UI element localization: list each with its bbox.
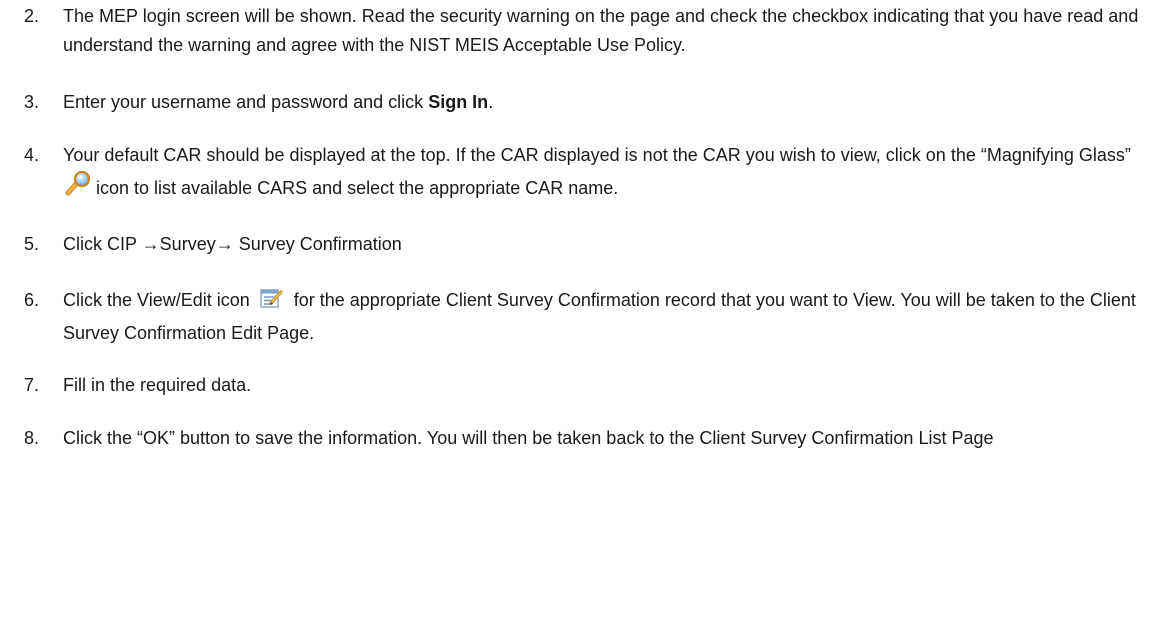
- step-number: 5.: [24, 234, 40, 254]
- magnifying-glass-icon: [65, 170, 93, 205]
- step-7: 7. Fill in the required data.: [24, 371, 1154, 400]
- step-number: 8.: [24, 428, 40, 448]
- step-text: The MEP login screen will be shown. Read…: [63, 6, 1139, 55]
- step-text-end: icon to list available CARS and select t…: [96, 178, 619, 198]
- step-3: 3. Enter your username and password and …: [24, 88, 1154, 117]
- step-text: Click the View/Edit icon: [63, 290, 250, 310]
- view-edit-icon: [260, 288, 284, 319]
- step-text: Click CIP →Survey→ Survey Confirmation: [63, 234, 402, 254]
- step-number: 3.: [24, 92, 40, 112]
- step-text: Fill in the required data.: [63, 375, 252, 395]
- step-4: 4. Your default CAR should be displayed …: [24, 141, 1154, 205]
- step-text: Your default CAR should be displayed at …: [63, 145, 1131, 165]
- step-6: 6. Click the View/Edit icon for the appr…: [24, 286, 1154, 348]
- step-number: 6.: [24, 290, 40, 310]
- sign-in-label: Sign In: [428, 92, 489, 112]
- step-5: 5. Click CIP →Survey→ Survey Confirmatio…: [24, 230, 1154, 259]
- step-2: 2. The MEP login screen will be shown. R…: [24, 2, 1154, 60]
- step-text: Click the “OK” button to save the inform…: [63, 428, 994, 448]
- step-number: 4.: [24, 145, 40, 165]
- step-number: 2.: [24, 6, 40, 26]
- step-text: Enter your username and password and cli…: [63, 92, 429, 112]
- instruction-steps: 2. The MEP login screen will be shown. R…: [24, 2, 1154, 478]
- step-text-end: .: [488, 92, 494, 112]
- step-8: 8. Click the “OK” button to save the inf…: [24, 424, 1154, 453]
- step-number: 7.: [24, 375, 40, 395]
